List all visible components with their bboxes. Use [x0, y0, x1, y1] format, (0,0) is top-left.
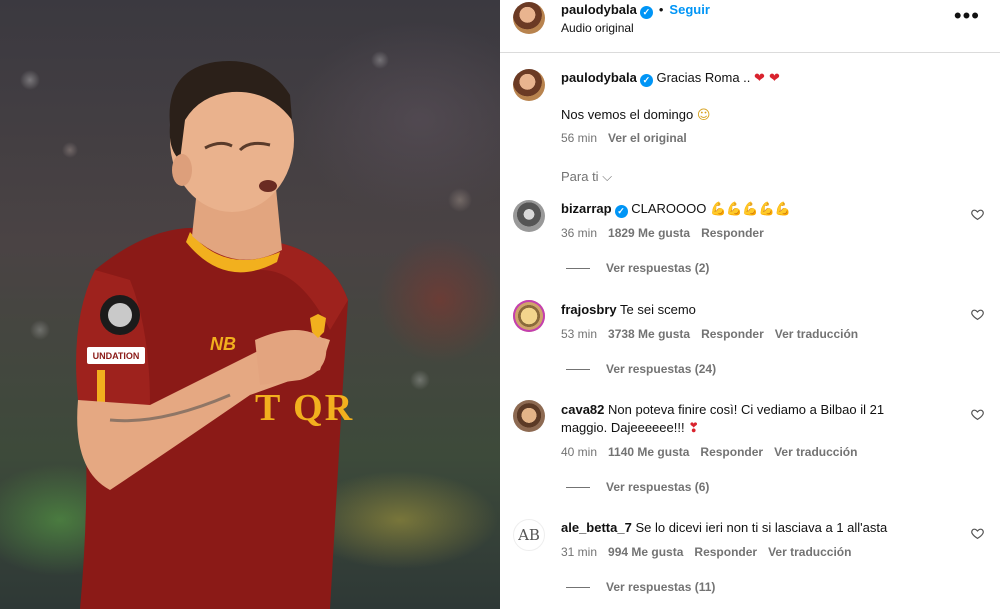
comment-4-body: ale_betta_7 Se lo dicevi ieri non ti si …: [561, 519, 887, 537]
svg-text:UNDATION: UNDATION: [93, 351, 140, 361]
post-header: paulodybala ✓ • Seguir Audio original •••: [500, 0, 1000, 53]
comment-2-body: frajosbry Te sei scemo: [561, 301, 696, 319]
reply-button[interactable]: Responder: [701, 327, 764, 341]
comments-panel: paulodybala ✓ • Seguir Audio original ••• p…: [500, 0, 1000, 609]
svg-text:NB: NB: [210, 334, 236, 354]
like-heart-icon[interactable]: [971, 208, 984, 221]
comment-username[interactable]: ale_betta_7: [561, 520, 632, 535]
heart-exclamation-emoji-icon: ❣: [688, 421, 700, 436]
comment-4-meta: 31 min 994 Me gusta Responder Ver traducció…: [561, 545, 862, 559]
caption-avatar[interactable]: [513, 69, 545, 101]
svg-text:T QR: T QR: [255, 387, 354, 429]
like-heart-icon[interactable]: [971, 527, 984, 540]
reply-button[interactable]: Responder: [701, 226, 764, 240]
comment-avatar-frajosbry[interactable]: [513, 300, 545, 332]
translate-button[interactable]: Ver traducción: [774, 445, 857, 459]
comment-3-body-line-2: maggio. Dajeeeeee!!! ❣: [561, 419, 699, 438]
comment-text-2: maggio. Dajeeeeee!!!: [561, 420, 689, 435]
comment-likes[interactable]: 994 Me gusta: [608, 545, 683, 559]
caption-username[interactable]: paulodybala: [561, 70, 637, 85]
translate-button[interactable]: Ver traducción: [768, 545, 851, 559]
like-heart-icon[interactable]: [971, 408, 984, 421]
post-photo[interactable]: UNDATION T QR NB: [0, 0, 500, 609]
comment-likes[interactable]: 1829 Me gusta: [608, 226, 690, 240]
author-username[interactable]: paulodybala: [561, 2, 637, 17]
comment-3-body: cava82 Non poteva finire così! Ci vediam…: [561, 401, 884, 419]
more-options-icon[interactable]: •••: [954, 5, 980, 27]
like-heart-icon[interactable]: [971, 308, 984, 321]
comment-text: Se lo dicevi ieri non ti si lasciava a 1…: [635, 520, 888, 535]
comment-sort-label: Para ti: [561, 169, 599, 184]
translate-button[interactable]: Ver traducción: [775, 327, 858, 341]
comment-likes[interactable]: 3738 Me gusta: [608, 327, 690, 341]
comment-1-meta: 36 min 1829 Me gusta Responder: [561, 226, 775, 240]
comment-time: 36 min: [561, 226, 598, 240]
comment-username[interactable]: bizarrap: [561, 201, 612, 216]
verified-badge-icon: ✓: [639, 74, 653, 87]
comment-text: CLAROOOO: [631, 201, 710, 216]
comment-time: 31 min: [561, 545, 598, 559]
replies-divider: [566, 368, 590, 370]
replies-divider: [566, 267, 590, 269]
audio-label[interactable]: Audio original: [561, 21, 634, 35]
view-replies-button[interactable]: Ver respuestas (11): [566, 580, 715, 594]
view-replies-label: Ver respuestas (6): [606, 480, 710, 494]
comment-3-meta: 40 min 1140 Me gusta Responder Ver traducci…: [561, 445, 868, 459]
player-illustration: UNDATION T QR NB: [76, 60, 354, 609]
caption-line-1: paulodybala ✓ Gracias Roma .. ❤ ❤: [561, 69, 780, 88]
comment-1-body: bizarrap ✓ CLAROOOO 💪💪💪💪💪: [561, 200, 791, 219]
author-line: paulodybala ✓ • Seguir: [561, 2, 710, 19]
replies-divider: [566, 586, 590, 588]
flexed-biceps-emoji-icon: 💪💪💪💪💪: [709, 202, 791, 217]
see-original-link[interactable]: Ver el original: [608, 131, 687, 145]
comment-avatar-cava82[interactable]: [513, 400, 545, 432]
view-replies-button[interactable]: Ver respuestas (24): [566, 362, 716, 376]
comment-avatar-ale-betta-7[interactable]: AB: [513, 519, 545, 551]
view-replies-button[interactable]: Ver respuestas (6): [566, 480, 709, 494]
comment-likes[interactable]: 1140 Me gusta: [608, 445, 689, 459]
caption-time: 56 min: [561, 131, 598, 145]
follow-button[interactable]: Seguir: [669, 2, 709, 17]
view-replies-label: Ver respuestas (2): [606, 261, 710, 275]
view-replies-button[interactable]: Ver respuestas (2): [566, 261, 709, 275]
comment-sort-dropdown[interactable]: Para ti ⌵: [561, 169, 612, 185]
heart-emoji-icon: ❤ ❤: [754, 71, 780, 86]
reply-button[interactable]: Responder: [694, 545, 757, 559]
author-avatar[interactable]: [513, 2, 545, 34]
comment-text: Non poteva finire così! Ci vediamo a Bil…: [608, 402, 885, 417]
replies-divider: [566, 486, 590, 488]
caption-text: Gracias Roma ..: [656, 70, 755, 85]
caption-line-2: Nos vemos el domingo ☺: [561, 106, 710, 125]
comment-avatar-bizarrap[interactable]: [513, 200, 545, 232]
dot-separator: •: [658, 2, 664, 17]
smile-emoji-icon: ☺: [696, 108, 711, 123]
caption-meta: 56 min Ver el original: [561, 131, 698, 145]
comment-username[interactable]: cava82: [561, 402, 604, 417]
comment-text: Te sei scemo: [620, 302, 696, 317]
comment-time: 40 min: [561, 445, 598, 459]
verified-badge-icon: ✓: [639, 6, 653, 19]
reply-button[interactable]: Responder: [700, 445, 763, 459]
caption-text-2: Nos vemos el domingo: [561, 107, 697, 122]
comment-time: 53 min: [561, 327, 598, 341]
chevron-down-icon: ⌵: [602, 169, 613, 184]
view-replies-label: Ver respuestas (11): [606, 580, 716, 594]
comment-2-meta: 53 min 3738 Me gusta Responder Ver traducci…: [561, 327, 869, 341]
comment-username[interactable]: frajosbry: [561, 302, 617, 317]
verified-badge-icon: ✓: [614, 205, 628, 218]
view-replies-label: Ver respuestas (24): [606, 362, 717, 376]
